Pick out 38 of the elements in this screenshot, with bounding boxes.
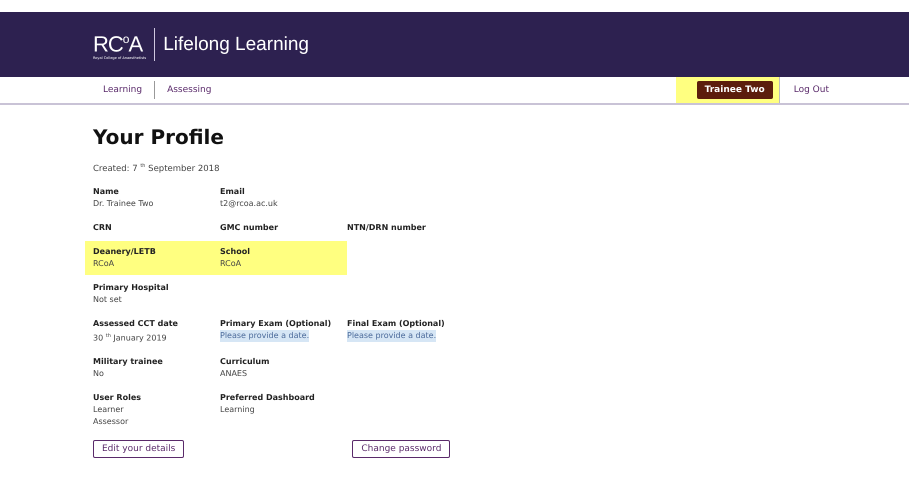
field-label: GMC number bbox=[220, 222, 280, 234]
field-label: Name bbox=[93, 186, 120, 198]
field-label: Final Exam (Optional) bbox=[347, 318, 446, 330]
action-button[interactable]: Edit your details bbox=[93, 440, 184, 458]
action-button[interactable]: Change password bbox=[352, 440, 450, 458]
field-value: Learner bbox=[93, 404, 124, 416]
field-label: User Roles bbox=[93, 392, 142, 404]
field-label: School bbox=[220, 246, 251, 258]
field-label: Email bbox=[220, 186, 246, 198]
field-value: No bbox=[93, 368, 104, 380]
date-prompt[interactable]: Please provide a date. bbox=[220, 330, 310, 342]
site-title: Lifelong Learning bbox=[163, 34, 310, 56]
field-label: Assessed CCT date bbox=[93, 318, 179, 330]
field-label: Primary Exam (Optional) bbox=[220, 318, 332, 330]
field-value: RCoA bbox=[93, 258, 114, 270]
created-date: Created: 7 $^{th}$ September 2018 bbox=[93, 163, 220, 174]
field-value: Assessor bbox=[93, 416, 128, 428]
field-label: Primary Hospital bbox=[93, 282, 170, 294]
date-prompt[interactable]: Please provide a date. bbox=[347, 330, 436, 342]
logo: RC$^{o}$A bbox=[93, 30, 143, 56]
field-label: Military trainee bbox=[93, 356, 164, 368]
page-title: Your Profile bbox=[93, 125, 225, 149]
field-label: CRN bbox=[93, 222, 113, 234]
field-label: Deanery/LETB bbox=[93, 246, 157, 258]
field-value: Learning bbox=[220, 404, 255, 416]
nav-link[interactable]: Learning bbox=[93, 81, 154, 99]
field-value: RCoA bbox=[220, 258, 242, 270]
nav-link[interactable]: Assessing bbox=[154, 81, 224, 99]
user-button[interactable]: Trainee Two bbox=[696, 81, 773, 99]
field-value: ANAES bbox=[220, 368, 248, 380]
field-value: Not set bbox=[93, 294, 122, 306]
field-label: NTN/DRN number bbox=[347, 222, 427, 234]
field-label: Curriculum bbox=[220, 356, 270, 368]
field-value: 30 $^{th}$ January 2019 bbox=[93, 332, 167, 344]
logout-link[interactable]: Log Out bbox=[780, 85, 909, 95]
field-label: Preferred Dashboard bbox=[220, 392, 316, 404]
field-value: t2@rcoa.ac.uk bbox=[220, 198, 278, 210]
field-value: Dr. Trainee Two bbox=[93, 198, 154, 210]
